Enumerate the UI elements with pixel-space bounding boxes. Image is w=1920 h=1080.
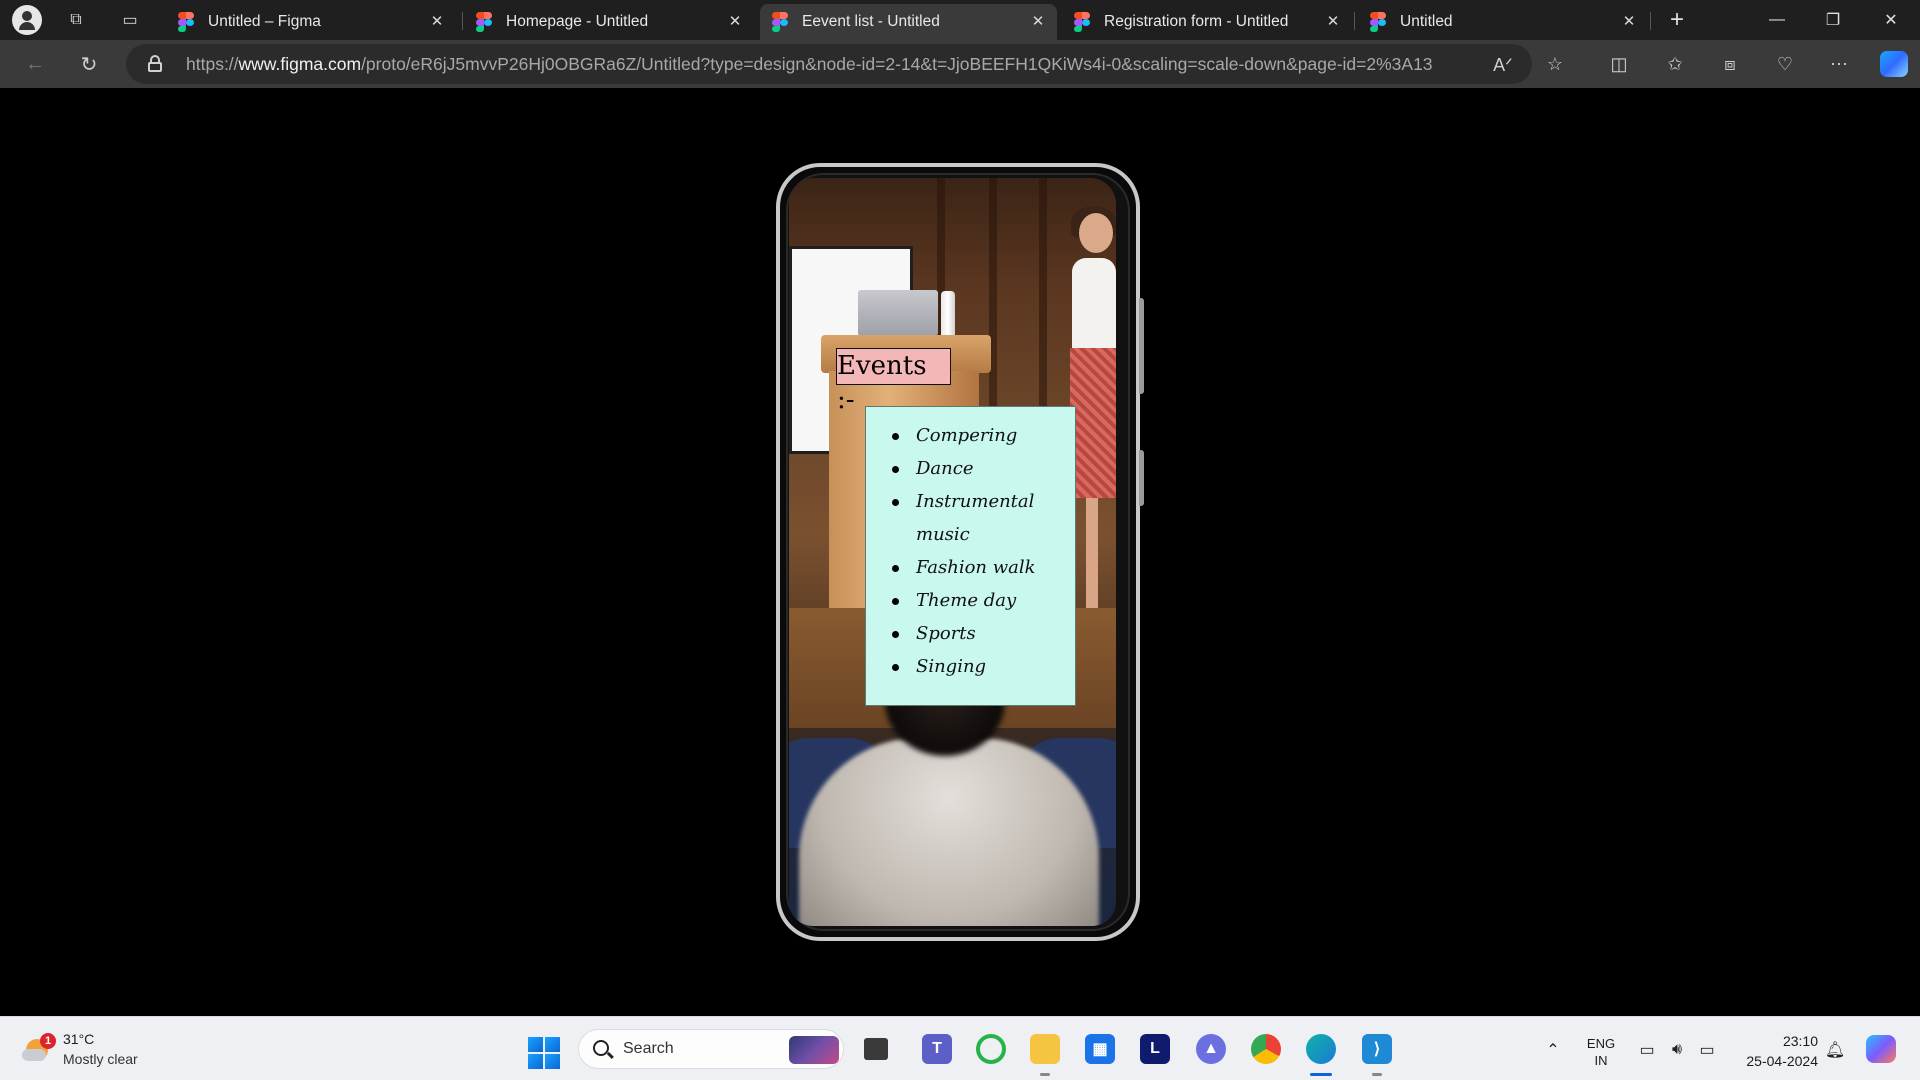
copilot-preview-icon[interactable] [1866,1035,1896,1063]
store-icon[interactable]: ▦ [1085,1034,1115,1064]
vscode-icon[interactable]: ⟩ [1362,1034,1392,1064]
favorite-star-icon[interactable]: ☆ [1540,50,1570,78]
copilot-icon[interactable] [1880,51,1908,77]
new-tab-button[interactable]: + [1663,6,1691,34]
weather-badge: 1 [40,1033,56,1049]
events-list-panel: Compering Dance Instrumental music Fashi… [865,406,1076,706]
tab-event-list[interactable]: Eevent list - Untitled ✕ [760,4,1057,40]
address-bar-row: ← ↻ https://www.figma.com/proto/eR6jJ5mv… [0,40,1920,88]
tab-homepage[interactable]: Homepage - Untitled ✕ [464,4,754,40]
url-field[interactable]: https://www.figma.com/proto/eR6jJ5mvvP26… [126,44,1532,84]
restore-icon[interactable]: ❐ [1818,6,1848,34]
tab-separator [1650,12,1651,30]
windows-start-icon[interactable] [528,1037,560,1069]
close-icon[interactable]: ✕ [1029,12,1047,30]
l-app-icon[interactable]: L [1140,1034,1170,1064]
taskbar-search-box[interactable]: Search [578,1029,844,1069]
arc-icon[interactable]: ▲ [1196,1034,1226,1064]
collections-icon[interactable]: ⧈ [1715,50,1745,78]
read-aloud-icon[interactable]: Aᐟ [1490,52,1516,78]
weather-condition[interactable]: Mostly clear [63,1051,138,1067]
event-item: Compering [892,419,1052,452]
teams-icon[interactable]: T [922,1034,952,1064]
close-window-icon[interactable]: ✕ [1876,6,1906,34]
close-icon[interactable]: ✕ [428,12,446,30]
tab-untitled-figma[interactable]: Untitled – Figma ✕ [166,4,456,40]
tab-untitled[interactable]: Untitled ✕ [1358,4,1648,40]
network-icon[interactable]: ▭ [1636,1039,1658,1061]
water-bottle [941,291,955,337]
tab-bar: ⧉ ▭ Untitled – Figma ✕ Homepage - Untitl… [0,0,1920,40]
tab-label: Untitled – Figma [208,13,321,30]
browser-essentials-icon[interactable]: ♡ [1770,50,1800,78]
copilot-ring-icon[interactable] [976,1034,1006,1064]
tab-separator [462,12,463,30]
system-clock[interactable]: 23:10 25-04-2024 [1738,1031,1818,1071]
event-item: Dance [892,452,1052,485]
tab-registration-form[interactable]: Registration form - Untitled ✕ [1062,4,1352,40]
chevron-up-icon[interactable]: ⌃ [1542,1039,1564,1061]
windows-taskbar: 1 31°C Mostly clear Search T ▦ L ▲ ⟩ ⌃ E… [0,1016,1920,1080]
workspaces-icon[interactable]: ⧉ [62,6,90,34]
lock-icon[interactable] [148,55,162,72]
audience-member [799,738,1099,926]
speaker [1079,213,1113,253]
events-list: Compering Dance Instrumental music Fashi… [892,419,1052,683]
phone-power-button [1139,450,1144,506]
search-placeholder: Search [623,1040,674,1057]
favorites-list-icon[interactable]: ✩ [1660,50,1690,78]
close-icon[interactable]: ✕ [1324,12,1342,30]
events-heading: Events :- [836,348,951,415]
weather-temperature[interactable]: 31°C [63,1031,94,1047]
laptop [858,290,938,336]
event-item: Singing [892,650,1052,683]
close-icon[interactable]: ✕ [1620,12,1638,30]
close-icon[interactable]: ✕ [726,12,744,30]
split-screen-icon[interactable]: ◫ [1604,50,1634,78]
refresh-icon[interactable]: ↻ [74,50,104,78]
task-view-icon[interactable] [864,1038,888,1060]
volume-icon[interactable]: 🔊︎ [1666,1039,1688,1061]
profile-avatar-icon[interactable] [12,5,42,35]
figma-icon [1074,12,1090,32]
event-item: Sports [892,617,1052,650]
figma-icon [1370,12,1386,32]
notification-bell-icon[interactable]: 🔔︎ [1824,1039,1846,1061]
figma-icon [476,12,492,32]
phone-volume-button [1139,298,1144,394]
figma-icon [772,12,788,32]
edge-icon[interactable] [1306,1034,1336,1064]
url-text[interactable]: https://www.figma.com/proto/eR6jJ5mvvP26… [186,54,1433,75]
vertical-tabs-icon[interactable]: ▭ [116,6,144,34]
weather-icon[interactable]: 1 [22,1033,56,1065]
event-item: Instrumental music [892,485,1052,551]
language-indicator[interactable]: ENG IN [1584,1035,1618,1069]
minimize-icon[interactable]: — [1762,6,1792,34]
search-highlight-image [789,1036,839,1064]
event-item: Fashion walk [892,551,1052,584]
search-icon [593,1040,609,1056]
tab-label: Registration form - Untitled [1104,13,1289,30]
more-options-icon[interactable]: ⋯ [1824,50,1854,78]
file-explorer-icon[interactable] [1030,1034,1060,1064]
figma-icon [178,12,194,32]
tab-separator [1354,12,1355,30]
chrome-icon[interactable] [1251,1034,1281,1064]
event-item: Theme day [892,584,1052,617]
tab-label: Untitled [1400,13,1453,30]
back-arrow-icon[interactable]: ← [20,50,50,78]
tab-label: Eevent list - Untitled [802,13,940,30]
tab-label: Homepage - Untitled [506,13,649,30]
battery-icon[interactable]: ▭ [1696,1039,1718,1061]
